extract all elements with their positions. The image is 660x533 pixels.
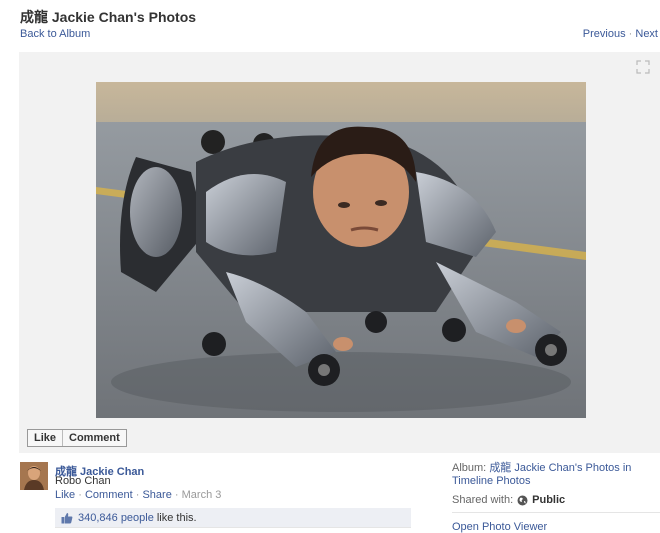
meta-separator: ·	[135, 489, 140, 501]
privacy-info: Shared with: Public	[452, 494, 632, 506]
previous-link[interactable]: Previous	[583, 28, 626, 40]
thumbs-up-icon	[61, 512, 73, 523]
details-divider	[452, 512, 660, 513]
comment-button[interactable]: Comment	[62, 430, 126, 446]
share-link[interactable]: Share	[142, 489, 171, 501]
photo-image[interactable]	[96, 82, 586, 418]
photo-details: Album: 成龍 Jackie Chan's Photos in Timeli…	[452, 462, 632, 506]
meta-separator: ·	[78, 489, 82, 501]
comment-link[interactable]: Comment	[85, 489, 133, 501]
pager-separator: ·	[628, 28, 633, 40]
likes-summary: 340,846 people like this.	[55, 508, 411, 528]
album-prefix: Album:	[452, 462, 487, 474]
open-photo-viewer-link[interactable]: Open Photo Viewer	[452, 521, 547, 533]
photo-action-bar: Like Comment	[27, 429, 127, 447]
expand-icon[interactable]	[636, 60, 650, 74]
album-info: Album: 成龍 Jackie Chan's Photos in Timeli…	[452, 462, 632, 488]
next-link[interactable]: Next	[635, 28, 658, 40]
privacy-value[interactable]: Public	[532, 494, 565, 506]
globe-icon	[517, 495, 528, 505]
page-title: 成龍 Jackie Chan's Photos	[20, 9, 197, 25]
shared-prefix: Shared with:	[452, 494, 514, 506]
likes-suffix: like this.	[156, 511, 197, 524]
likes-count-link[interactable]: 340,846 people	[78, 512, 154, 524]
post-date[interactable]: March 3	[182, 489, 222, 501]
post-meta-row: Like · Comment · Share · March 3	[55, 489, 221, 501]
like-button[interactable]: Like	[28, 430, 62, 446]
back-to-album-link[interactable]: Back to Album	[20, 28, 90, 40]
avatar[interactable]	[20, 462, 48, 490]
photo-caption: Robo Chan	[55, 475, 111, 487]
meta-separator: ·	[174, 489, 179, 501]
photo-pager: Previous · Next	[583, 28, 658, 40]
like-link[interactable]: Like	[55, 489, 75, 501]
